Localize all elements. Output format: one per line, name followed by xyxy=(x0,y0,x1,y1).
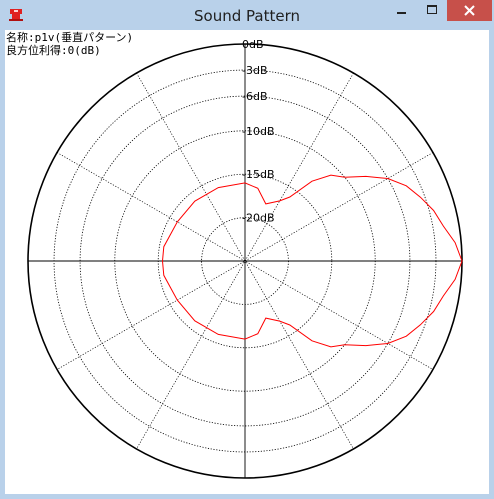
ring-label-0: 0dB xyxy=(242,38,264,51)
plot-area: 0dB -3dB -6dB -10dB -15dB -20dB 名称:p1v(垂直パターン… xyxy=(5,30,489,494)
maximize-button[interactable] xyxy=(417,0,447,22)
ring-label-5: -20dB xyxy=(242,212,275,225)
minimize-button[interactable] xyxy=(386,0,416,22)
ring-label-1: -3dB xyxy=(242,64,268,77)
ring-label-3: -10dB xyxy=(242,125,275,138)
gain-label: 良方位利得:0(dB) xyxy=(6,44,101,57)
title-bar[interactable]: Sound Pattern xyxy=(0,0,494,30)
ring-label-2: -6dB xyxy=(242,90,268,103)
close-icon xyxy=(464,5,475,16)
sound-pattern-window: Sound Pattern 0dB -3dB -6dB -10dB -15dB -20dB… xyxy=(0,0,494,499)
polar-plot: 0dB -3dB -6dB -10dB -15dB -20dB xyxy=(27,38,463,479)
pattern-name-label: 名称:p1v(垂直パターン) xyxy=(6,31,134,44)
ring-label-4: -15dB xyxy=(242,168,275,181)
close-button[interactable] xyxy=(447,0,492,21)
